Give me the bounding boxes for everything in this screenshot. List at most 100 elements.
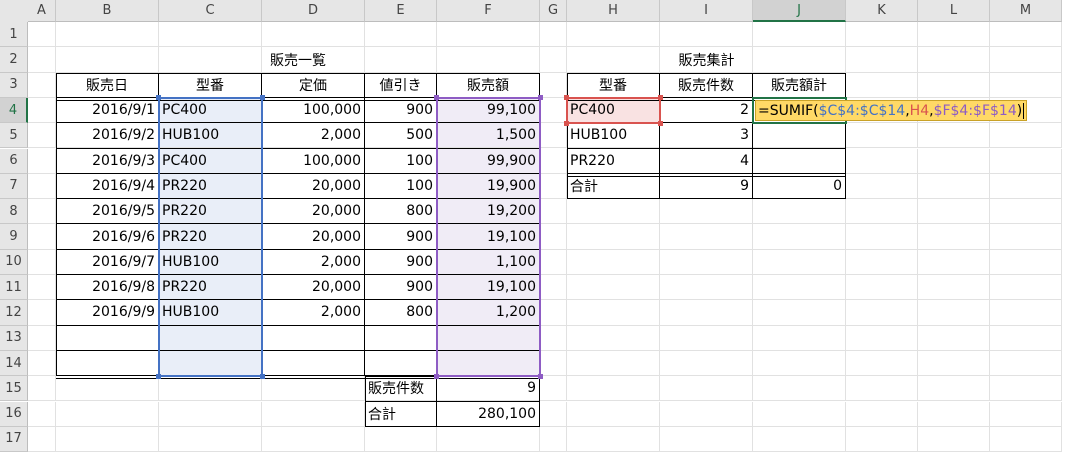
grid-cell[interactable] (56, 325, 159, 351)
grid-cell[interactable] (28, 376, 56, 402)
table1-data-cell[interactable]: 1,500 (437, 123, 540, 149)
grid-cell[interactable] (540, 350, 567, 377)
row-header-14[interactable]: 14 (0, 350, 28, 377)
table1-data-cell[interactable]: HUB100 (159, 123, 262, 149)
column-header-k[interactable]: K (846, 0, 918, 22)
grid-cell[interactable] (660, 350, 753, 377)
row-header-5[interactable]: 5 (0, 123, 28, 149)
grid-cell[interactable] (540, 97, 567, 124)
grid-cell[interactable] (753, 224, 846, 250)
table2-header-cell[interactable]: 型番 (567, 72, 660, 98)
grid-cell[interactable] (262, 426, 365, 453)
row-header-3[interactable]: 3 (0, 72, 28, 98)
column-header-f[interactable]: F (437, 0, 540, 22)
table1-data-cell[interactable]: 900 (365, 275, 437, 301)
grid-cell[interactable] (540, 401, 567, 427)
grid-cell[interactable] (56, 376, 159, 402)
grid-cell[interactable] (567, 275, 660, 301)
table2-model-cell[interactable]: PC400 (567, 97, 660, 124)
table1-data-cell[interactable]: 1,100 (437, 249, 540, 275)
range-handle[interactable] (658, 121, 663, 127)
grid-cell[interactable] (28, 97, 56, 124)
table1-data-cell[interactable]: 500 (365, 123, 437, 149)
row-header-4[interactable]: 4 (0, 97, 28, 124)
table1-header-cell[interactable]: 販売額 (437, 72, 540, 98)
row-header-17[interactable]: 17 (0, 426, 28, 453)
grid-cell[interactable] (753, 300, 846, 326)
grid-cell[interactable] (159, 401, 262, 427)
grid-cell[interactable] (846, 325, 918, 351)
grid-cell[interactable] (365, 325, 437, 351)
table1-data-cell[interactable]: PC400 (159, 148, 262, 174)
grid-cell[interactable] (567, 376, 660, 402)
grid-cell[interactable] (918, 376, 990, 402)
grid-cell[interactable] (437, 350, 540, 377)
grid-cell[interactable] (540, 148, 567, 174)
grid-cell[interactable] (567, 325, 660, 351)
grid-cell[interactable] (753, 426, 846, 453)
table1-data-cell[interactable]: 20,000 (262, 199, 365, 225)
grid-cell[interactable] (567, 350, 660, 377)
table1-data-cell[interactable]: 19,200 (437, 199, 540, 225)
grid-cell[interactable] (540, 123, 567, 149)
grid-cell[interactable] (990, 426, 1062, 453)
grid-cell[interactable] (918, 325, 990, 351)
grid-cell[interactable] (990, 22, 1062, 48)
table1-data-cell[interactable]: 2016/9/6 (56, 224, 159, 250)
grid-cell[interactable] (846, 249, 918, 275)
select-all-corner[interactable] (0, 0, 28, 22)
row-header-2[interactable]: 2 (0, 47, 28, 73)
grid-cell[interactable] (660, 426, 753, 453)
grid-cell[interactable] (159, 350, 262, 377)
row-header-15[interactable]: 15 (0, 376, 28, 402)
table1-data-cell[interactable]: 2,000 (262, 300, 365, 326)
grid-cell[interactable] (262, 325, 365, 351)
spreadsheet-grid[interactable]: A B C D E F G H I J K L M 1 2 3 4 5 6 7 8 9 10 11 12 13 14 15 16 17 販売… (0, 0, 1065, 457)
grid-cell[interactable] (753, 22, 846, 48)
grid-cell[interactable] (540, 224, 567, 250)
grid-cell[interactable] (846, 300, 918, 326)
grid-cell[interactable] (753, 148, 846, 174)
grid-cell[interactable] (28, 249, 56, 275)
grid-cell[interactable] (990, 325, 1062, 351)
table1-data-cell[interactable]: PR220 (159, 173, 262, 200)
column-header-l[interactable]: L (918, 0, 990, 22)
table2-header-cell[interactable]: 販売額計 (753, 72, 846, 98)
grid-cell[interactable] (990, 300, 1062, 326)
table1-data-cell[interactable]: HUB100 (159, 249, 262, 275)
grid-cell[interactable] (846, 72, 918, 98)
grid-cell[interactable] (918, 22, 990, 48)
table1-data-cell[interactable]: PR220 (159, 275, 262, 301)
range-handle[interactable] (260, 374, 265, 380)
range-handle[interactable] (658, 94, 663, 100)
row-header-12[interactable]: 12 (0, 300, 28, 326)
grid-cell[interactable] (660, 300, 753, 326)
grid-cell[interactable] (990, 350, 1062, 377)
table1-data-cell[interactable]: 2016/9/9 (56, 300, 159, 326)
table1-data-cell[interactable]: 19,100 (437, 224, 540, 250)
table1-data-cell[interactable]: 20,000 (262, 224, 365, 250)
grid-cell[interactable] (262, 350, 365, 377)
grid-cell[interactable] (540, 72, 567, 98)
grid-cell[interactable] (28, 300, 56, 326)
grid-cell[interactable] (540, 426, 567, 453)
grid-cell[interactable] (918, 72, 990, 98)
grid-cell[interactable] (753, 275, 846, 301)
grid-cell[interactable] (846, 123, 918, 149)
table1-data-cell[interactable]: 800 (365, 199, 437, 225)
grid-cell[interactable] (28, 47, 56, 73)
grid-cell[interactable] (56, 22, 159, 48)
grid-cell[interactable] (660, 224, 753, 250)
row-header-10[interactable]: 10 (0, 249, 28, 275)
table1-data-cell[interactable]: 2016/9/8 (56, 275, 159, 301)
column-header-d[interactable]: D (262, 0, 365, 22)
grid-cell[interactable] (918, 275, 990, 301)
grid-cell[interactable] (753, 376, 846, 402)
range-handle[interactable] (564, 94, 569, 100)
grid-cell[interactable] (660, 22, 753, 48)
grid-cell[interactable] (540, 275, 567, 301)
grid-cell[interactable] (918, 300, 990, 326)
grid-cell[interactable] (28, 123, 56, 149)
grid-cell[interactable] (28, 22, 56, 48)
grid-cell[interactable] (437, 22, 540, 48)
